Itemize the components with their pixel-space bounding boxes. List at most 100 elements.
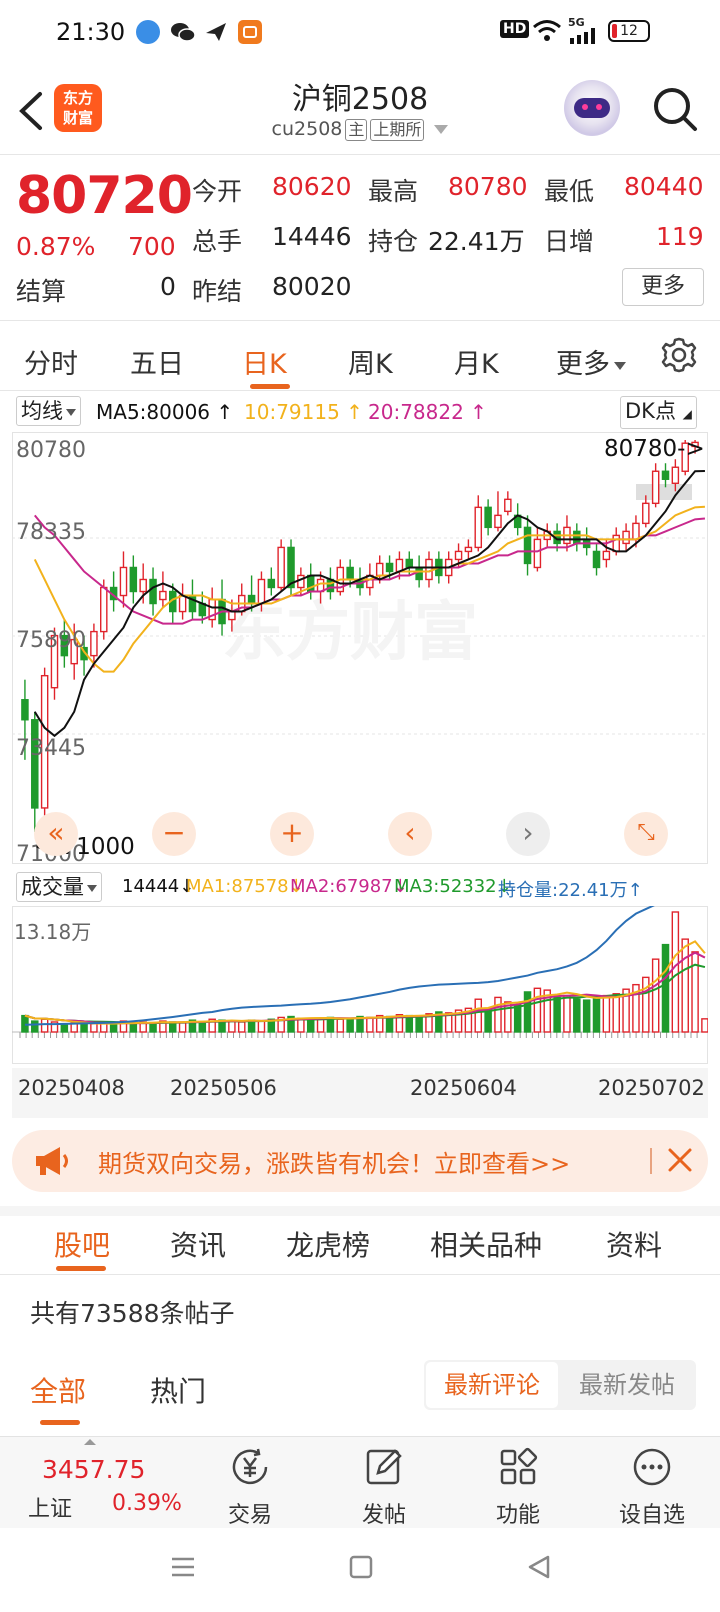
volume-bar [80, 1024, 88, 1033]
candle-body [592, 550, 601, 569]
tab-news[interactable]: 资讯 [170, 1224, 226, 1264]
grid-icon [500, 1447, 538, 1485]
caret-down-icon [614, 361, 626, 370]
sort-latest-comment[interactable]: 最新评论 [426, 1362, 558, 1408]
tab-dragon-tiger[interactable]: 龙虎榜 [286, 1224, 370, 1264]
signal-icon [570, 28, 602, 48]
section-tab-indicator [56, 1266, 106, 1271]
volume-chart[interactable] [12, 906, 708, 1064]
ma5-value: MA5:80006 [96, 400, 211, 424]
promo-banner[interactable]: 期货双向交易，涨跌皆有机会！立即查看>> [12, 1130, 708, 1192]
scroll-right-button[interactable]: › [506, 812, 550, 856]
caret-down-icon [66, 408, 76, 416]
open-label: 今开 [192, 177, 243, 206]
candlestick-chart[interactable]: 东方财富 [12, 432, 708, 864]
fullscreen-button[interactable]: ⤡ [624, 812, 668, 856]
high-value: 80780 [448, 172, 528, 201]
search-button[interactable] [650, 84, 702, 136]
tab-related[interactable]: 相关品种 [430, 1224, 542, 1264]
dk-point-label: DK点 [625, 399, 676, 423]
candle-body [612, 534, 620, 553]
volume-indicator-button[interactable]: 成交量 [16, 872, 102, 902]
ma5-legend: MA5:80006 ↑ [96, 400, 234, 424]
menu-nav-button[interactable] [168, 1552, 198, 1586]
volume-frame [12, 906, 708, 1064]
home-nav-button[interactable] [346, 1552, 376, 1586]
scroll-left-fast-button[interactable]: « [34, 812, 78, 856]
volume-bar [661, 943, 670, 1033]
volume-bar [671, 911, 680, 1033]
volume-bar [415, 1015, 423, 1033]
settlement-label: 结算 [16, 277, 67, 306]
tab-info[interactable]: 资料 [606, 1224, 662, 1264]
close-banner-button[interactable] [664, 1144, 696, 1180]
tab-weekly-k[interactable]: 周K [348, 342, 393, 381]
volume-current: 14444 [122, 876, 180, 897]
scroll-left-button[interactable]: ‹ [388, 812, 432, 856]
volume-bar [149, 1022, 157, 1033]
volume-bar [602, 994, 611, 1033]
volume-bar [563, 994, 571, 1033]
sort-latest-post[interactable]: 最新发帖 [560, 1362, 694, 1408]
zoom-out-button[interactable]: − [152, 812, 196, 856]
change-percent: 0.87% [16, 232, 96, 261]
quote-more-button[interactable]: 更多 [622, 268, 704, 306]
candle-body [346, 566, 354, 581]
zoom-in-button[interactable]: + [270, 812, 314, 856]
filter-tab-indicator [40, 1420, 80, 1425]
prev-settlement-value: 80020 [272, 272, 352, 301]
add-watchlist-button[interactable]: 设自选 [602, 1445, 702, 1529]
tabs-divider [0, 390, 720, 391]
functions-button[interactable]: 功能 [468, 1445, 568, 1529]
volume-bar [306, 1018, 315, 1033]
candle-body [632, 522, 640, 541]
tab-monthly-k[interactable]: 月K [454, 342, 499, 381]
volume-bar [385, 1015, 394, 1033]
tab-guba[interactable]: 股吧 [54, 1224, 110, 1264]
menu-icon [172, 1557, 194, 1577]
volume-bar [129, 1023, 138, 1033]
contract-code: cu2508 [271, 118, 343, 140]
candle-body [178, 594, 187, 613]
filter-hot[interactable]: 热门 [150, 1370, 206, 1410]
chevron-left-icon: ‹ [404, 816, 416, 849]
index-ticker[interactable]: 3457.75 上证 0.39% [0, 1437, 190, 1529]
candle-body [277, 546, 285, 589]
date-label: 20250702 [598, 1076, 705, 1100]
vol-ma2-value: MA2:67987 [290, 876, 393, 897]
volume-bar [553, 996, 561, 1033]
ma-indicator-button[interactable]: 均线 [16, 396, 81, 426]
low-label: 最低 [544, 177, 595, 206]
tab-daily-k[interactable]: 日K [242, 342, 287, 381]
post-button[interactable]: 发帖 [334, 1445, 434, 1529]
price-axis-label: 78335 [16, 520, 86, 545]
chevron-down-icon [434, 125, 449, 134]
chart-settings-button[interactable] [660, 336, 698, 378]
dk-point-button[interactable]: DK点 ◢ [620, 396, 697, 429]
app-icon [238, 20, 262, 44]
volume-bar [573, 998, 581, 1033]
ma-button-label: 均线 [21, 399, 63, 423]
candle-body [297, 574, 305, 589]
ai-assistant-robot-icon[interactable] [564, 80, 620, 136]
posts-count: 共有73588条帖子 [30, 1299, 235, 1328]
tab-intraday[interactable]: 分时 [24, 342, 78, 381]
candle-body [159, 590, 167, 601]
back-nav-button[interactable] [524, 1552, 554, 1586]
candle-body [573, 530, 581, 545]
section-tabs-divider [0, 1274, 720, 1275]
caret-up-icon [84, 1439, 96, 1445]
system-navigation-bar [0, 1528, 720, 1612]
candle-body [602, 550, 611, 561]
volume-bar [90, 1023, 98, 1033]
volume-bar [346, 1017, 354, 1033]
candle-body [385, 562, 394, 573]
volume-bar [228, 1020, 236, 1033]
filter-all[interactable]: 全部 [30, 1370, 86, 1410]
trade-button[interactable]: 交易 [200, 1445, 300, 1529]
tab-five-day[interactable]: 五日 [130, 342, 184, 381]
banner-divider [650, 1148, 652, 1174]
high-label: 最高 [368, 177, 419, 206]
tab-more-periods[interactable]: 更多 [556, 342, 626, 381]
home-square-icon [349, 1555, 373, 1579]
